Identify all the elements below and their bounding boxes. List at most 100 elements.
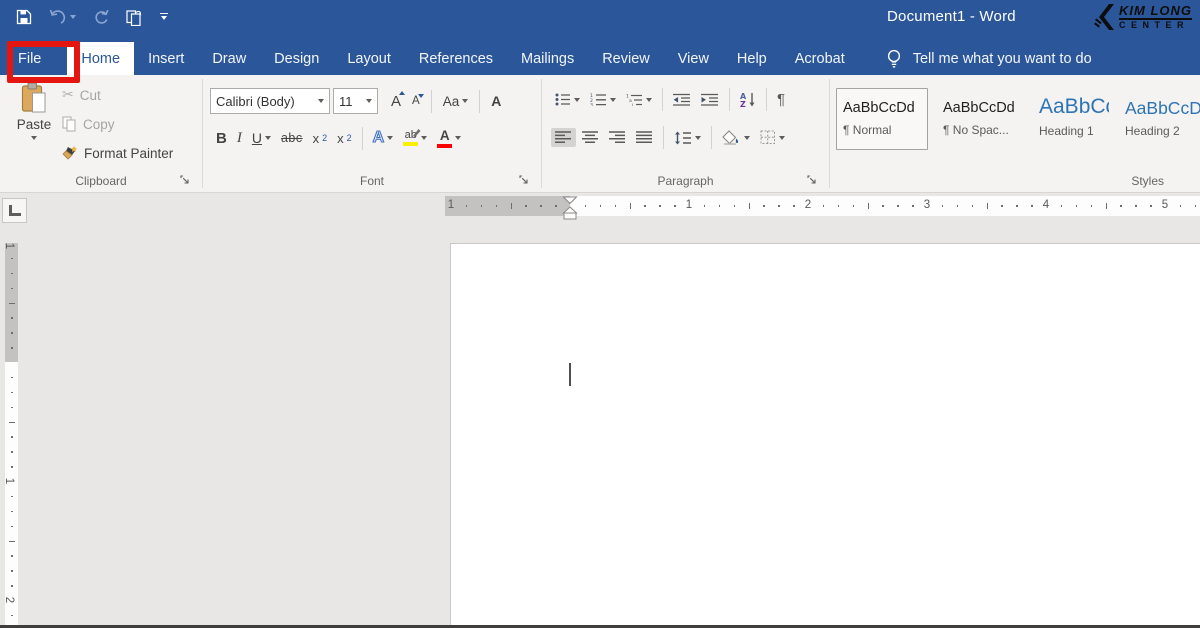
- increase-indent-icon: [701, 93, 719, 106]
- borders-dropdown-icon[interactable]: [779, 136, 785, 140]
- ruler-tick: [897, 205, 899, 207]
- toolbar-divider: [479, 90, 480, 113]
- style-normal[interactable]: AaBbCcDd ¶ Normal: [836, 88, 928, 150]
- redo-button[interactable]: [93, 9, 109, 25]
- shading-button[interactable]: [718, 127, 754, 148]
- copy-pages-icon: [62, 116, 77, 132]
- copy-button[interactable]: Copy: [62, 112, 115, 136]
- align-right-icon: [609, 131, 626, 144]
- tab-review[interactable]: Review: [588, 42, 664, 75]
- text-effects-button[interactable]: A: [369, 126, 398, 150]
- undo-dropdown-icon[interactable]: [70, 15, 76, 19]
- line-spacing-dropdown-icon[interactable]: [695, 136, 701, 140]
- document-page[interactable]: [450, 243, 1200, 628]
- style-no-spacing[interactable]: AaBbCcDd ¶ No Spac...: [936, 88, 1024, 150]
- tab-insert[interactable]: Insert: [134, 42, 198, 75]
- clipboard-dialog-launcher[interactable]: [179, 174, 191, 186]
- ruler-number: 2: [805, 199, 811, 211]
- tab-layout[interactable]: Layout: [333, 42, 405, 75]
- format-painter-button[interactable]: Format Painter: [62, 141, 173, 165]
- font-color-button[interactable]: A: [433, 126, 465, 151]
- underline-button[interactable]: U: [248, 127, 275, 149]
- tab-home[interactable]: Home: [67, 42, 134, 75]
- bullets-button[interactable]: [551, 90, 584, 109]
- indent-markers[interactable]: [562, 194, 578, 222]
- vertical-ruler[interactable]: 112: [5, 243, 18, 628]
- align-left-button[interactable]: [551, 128, 576, 147]
- font-dialog-launcher[interactable]: [518, 174, 530, 186]
- cut-button[interactable]: ✂ Cut: [62, 83, 101, 107]
- change-case-dropdown-icon: [462, 99, 468, 103]
- ruler-tick: [11, 392, 13, 394]
- strikethrough-button[interactable]: abc: [277, 128, 307, 148]
- tab-draw[interactable]: Draw: [198, 42, 260, 75]
- italic-button[interactable]: I: [233, 127, 246, 150]
- font-color-dropdown-icon[interactable]: [455, 136, 461, 140]
- copy-quick-access-button[interactable]: [126, 8, 143, 26]
- font-family-combo[interactable]: Calibri (Body): [210, 88, 330, 114]
- bold-button[interactable]: B: [212, 127, 231, 150]
- text-cursor: [569, 363, 571, 386]
- font-size-combo[interactable]: 11: [333, 88, 378, 114]
- tab-design[interactable]: Design: [260, 42, 333, 75]
- numbering-icon: 123: [590, 93, 607, 106]
- borders-button[interactable]: [756, 127, 789, 148]
- tab-view[interactable]: View: [664, 42, 723, 75]
- tell-me-box[interactable]: Tell me what you want to do: [885, 42, 1092, 75]
- paragraph-dialog-launcher[interactable]: [806, 174, 818, 186]
- style-heading-1[interactable]: AaBbCc Heading 1: [1032, 88, 1110, 150]
- line-spacing-button[interactable]: [670, 128, 705, 148]
- tab-stop-selector[interactable]: [2, 198, 27, 223]
- ruler-tick: [11, 273, 13, 275]
- highlight-pen-icon: [412, 127, 422, 137]
- change-case-button[interactable]: Aa: [439, 91, 473, 112]
- ruler-tick: [11, 466, 13, 468]
- shading-dropdown-icon[interactable]: [744, 136, 750, 140]
- horizontal-ruler[interactable]: 112345: [445, 196, 1200, 216]
- text-effects-dropdown-icon[interactable]: [387, 136, 393, 140]
- paste-label: Paste: [17, 117, 52, 132]
- increase-indent-button[interactable]: [697, 90, 723, 109]
- multilevel-dropdown-icon[interactable]: [646, 98, 652, 102]
- justify-button[interactable]: [632, 128, 657, 147]
- undo-button[interactable]: [49, 9, 76, 24]
- ruler-tick: [600, 205, 602, 207]
- svg-text:3: 3: [590, 103, 593, 107]
- shrink-font-button[interactable]: A: [408, 92, 424, 110]
- ruler-tick: [704, 205, 706, 207]
- styles-gallery: AaBbCcDd ¶ Normal AaBbCcDd ¶ No Spac... …: [836, 88, 1200, 150]
- ruler-tick: [11, 258, 13, 260]
- ruler-tick: [957, 205, 959, 207]
- tab-help[interactable]: Help: [723, 42, 781, 75]
- multilevel-list-button[interactable]: 1ai: [622, 90, 656, 109]
- paste-dropdown-icon[interactable]: [31, 136, 37, 140]
- sort-button[interactable]: AZ: [736, 89, 760, 110]
- save-button[interactable]: [16, 9, 32, 25]
- multilevel-list-icon: 1ai: [626, 93, 643, 106]
- highlight-color-button[interactable]: ab: [399, 127, 431, 149]
- underline-dropdown-icon[interactable]: [265, 136, 271, 140]
- kim-long-logo: KIM LONG CENTER: [1093, 1, 1192, 32]
- grow-font-button[interactable]: A: [387, 90, 405, 113]
- paste-button[interactable]: Paste: [8, 82, 60, 158]
- line-spacing-icon: [674, 131, 692, 145]
- font-family-dropdown-icon: [318, 99, 324, 103]
- tab-references[interactable]: References: [405, 42, 507, 75]
- clear-formatting-button[interactable]: A: [487, 90, 505, 112]
- tab-mailings[interactable]: Mailings: [507, 42, 588, 75]
- superscript-button[interactable]: x2: [333, 128, 356, 149]
- tab-acrobat[interactable]: Acrobat: [781, 42, 859, 75]
- cut-icon: ✂: [62, 87, 74, 103]
- ruler-tick: [496, 205, 498, 207]
- customize-quick-access-button[interactable]: [160, 13, 168, 21]
- align-center-button[interactable]: [578, 128, 603, 147]
- style-heading-2[interactable]: AaBbCcDd Heading 2: [1118, 88, 1200, 150]
- decrease-indent-button[interactable]: [669, 90, 695, 109]
- show-hide-pilcrow-button[interactable]: ¶: [773, 88, 789, 111]
- align-right-button[interactable]: [605, 128, 630, 147]
- bullets-dropdown-icon[interactable]: [574, 98, 580, 102]
- tab-file[interactable]: File: [0, 42, 67, 75]
- numbering-button[interactable]: 123: [586, 90, 620, 109]
- subscript-button[interactable]: x2: [309, 128, 332, 149]
- numbering-dropdown-icon[interactable]: [610, 98, 616, 102]
